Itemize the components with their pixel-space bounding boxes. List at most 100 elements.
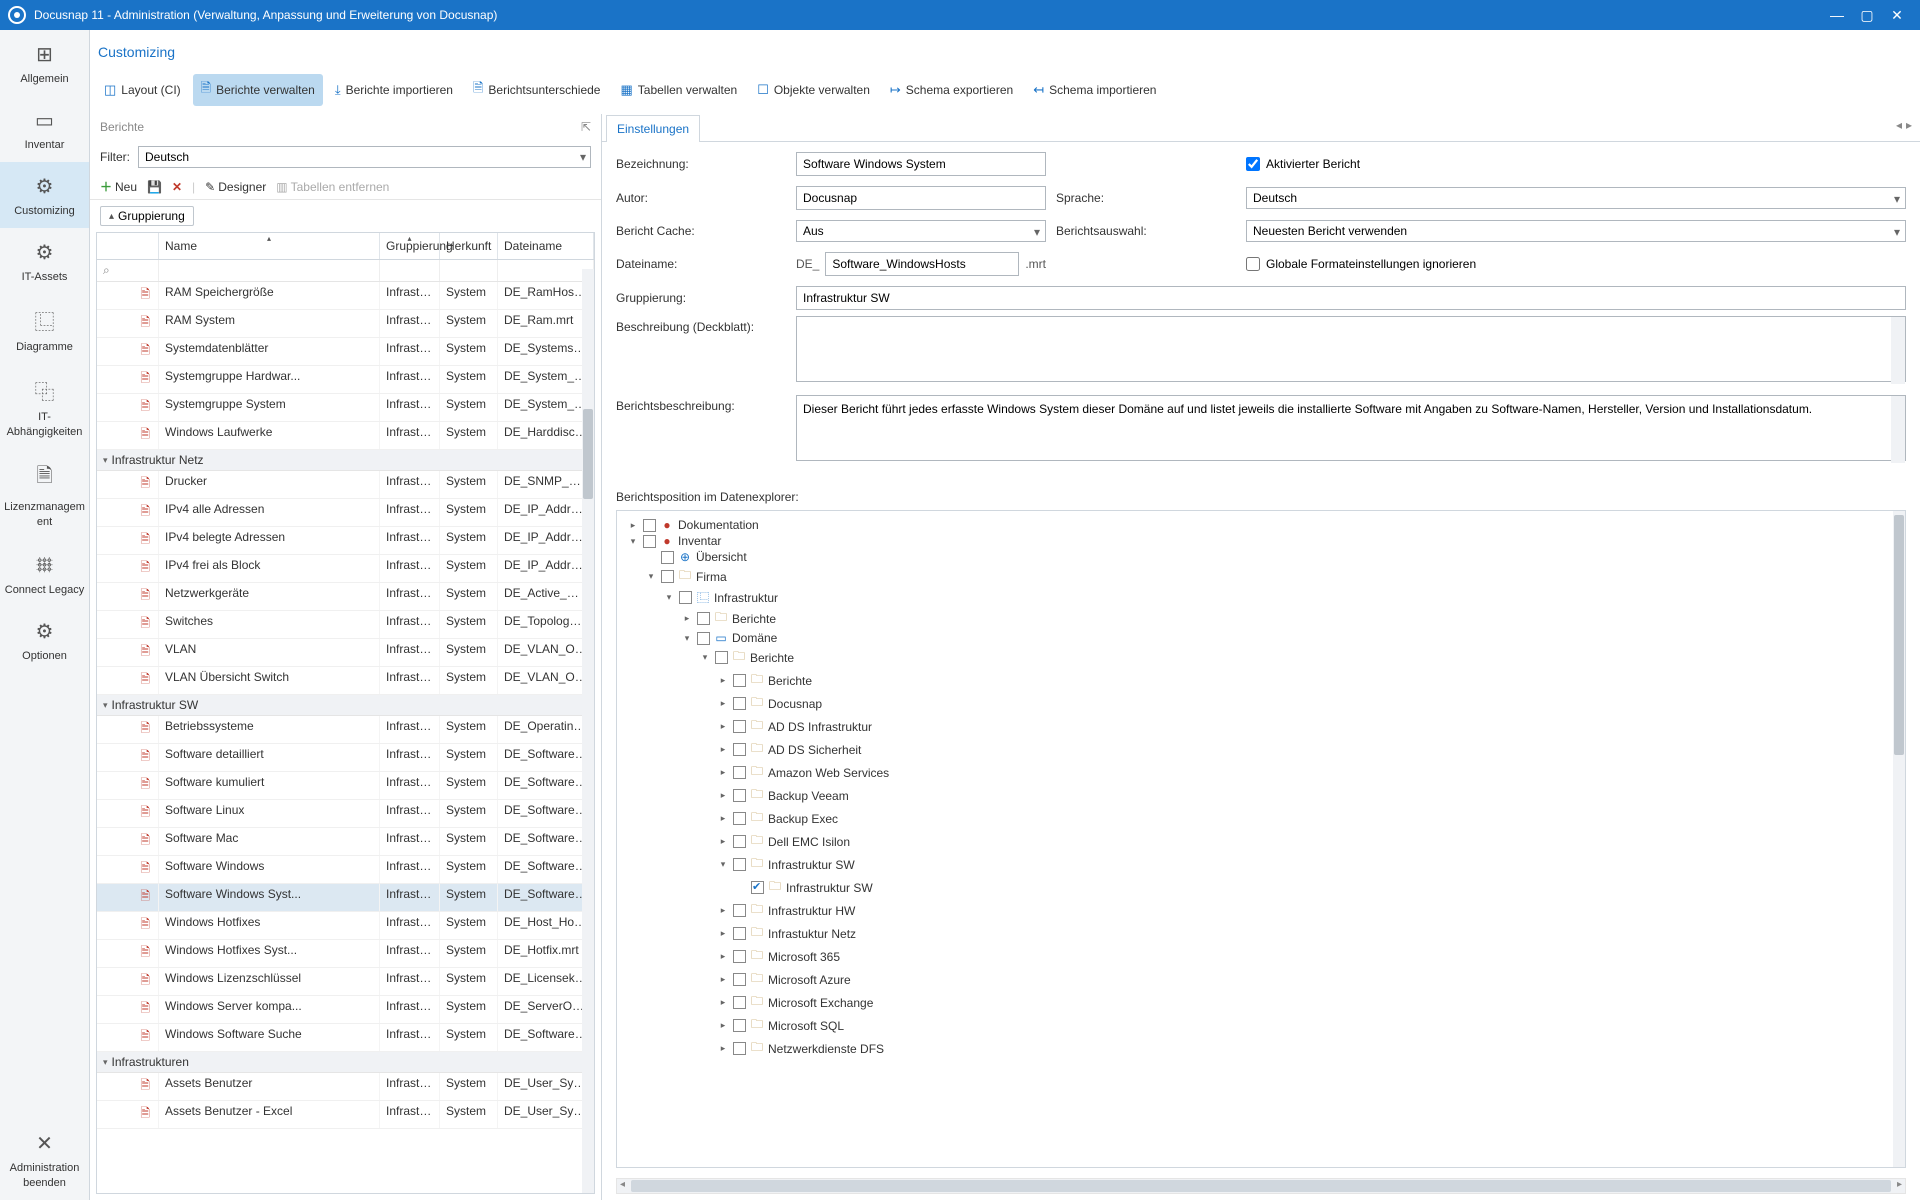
tree-node[interactable]: ▾ ● Inventar xyxy=(621,533,1901,549)
toolbar-schema-exportieren[interactable]: ↦Schema exportieren xyxy=(882,77,1021,103)
tab-next-icon[interactable]: ▸ xyxy=(1906,118,1912,137)
toolbar-berichte-verwalten[interactable]: 🗎Berichte verwalten xyxy=(193,74,323,106)
tree-node[interactable]: ▸ 🗀 Docusnap xyxy=(621,692,1901,715)
pin-icon[interactable]: ⇱ xyxy=(581,120,591,134)
tree-node[interactable]: ▾ 🗀 Berichte xyxy=(621,646,1901,669)
tree-toggle-icon[interactable]: ▸ xyxy=(717,675,729,686)
sidebar-item-it-assets[interactable]: ⚙IT-Assets xyxy=(0,228,89,294)
tree-toggle-icon[interactable]: ▸ xyxy=(627,520,639,531)
col-name[interactable]: ▴Name xyxy=(159,233,380,259)
col-group[interactable]: ▴Gruppierung xyxy=(380,233,440,259)
tree-toggle-icon[interactable]: ▸ xyxy=(717,744,729,755)
tree-node[interactable]: ▾ ⿺ Infrastruktur xyxy=(621,588,1901,607)
sidebar-exit[interactable]: ✕Administration beenden xyxy=(0,1119,89,1200)
tree-toggle-icon[interactable]: ▾ xyxy=(627,536,639,547)
tree-toggle-icon[interactable]: ▸ xyxy=(681,613,693,624)
scrollbar[interactable] xyxy=(1891,396,1905,463)
delete-button[interactable]: ✕ xyxy=(172,180,182,194)
tree-toggle-icon[interactable]: ▸ xyxy=(717,1043,729,1054)
filter-her[interactable] xyxy=(440,260,498,281)
col-expand[interactable] xyxy=(97,233,159,259)
save-button[interactable]: 💾 xyxy=(147,180,162,194)
tree-node[interactable]: ▸ 🗀 Microsoft Azure xyxy=(621,968,1901,991)
tree-toggle-icon[interactable]: ▸ xyxy=(717,836,729,847)
input-bezeichnung[interactable] xyxy=(796,152,1046,176)
tree-toggle-icon[interactable]: ▸ xyxy=(717,997,729,1008)
col-origin[interactable]: Herkunft xyxy=(440,233,498,259)
table-row[interactable]: 🗎 Assets Benutzer Infrastruk... System D… xyxy=(97,1073,594,1101)
tree-node[interactable]: ▸ 🗀 Berichte xyxy=(621,607,1901,630)
table-row[interactable]: 🗎 Software Windows Syst... Infrastruk...… xyxy=(97,884,594,912)
tree-checkbox[interactable] xyxy=(643,535,656,548)
tree-checkbox[interactable] xyxy=(733,697,746,710)
close-button[interactable]: ✕ xyxy=(1882,7,1912,24)
tree-checkbox[interactable] xyxy=(733,766,746,779)
table-row[interactable]: 🗎 Assets Benutzer - Excel Infrastruk... … xyxy=(97,1101,594,1129)
toolbar-berichtsunterschiede[interactable]: 🗎Berichtsunterschiede xyxy=(465,74,609,106)
tree-toggle-icon[interactable]: ▾ xyxy=(717,859,729,870)
filter-file[interactable] xyxy=(498,260,594,281)
filter-funnel-icon[interactable]: ⌕ xyxy=(97,260,159,281)
toolbar-tabellen-verwalten[interactable]: ▦Tabellen verwalten xyxy=(612,77,745,103)
tree-checkbox[interactable] xyxy=(733,674,746,687)
sidebar-item-it-abh-ngigkeiten[interactable]: ⿻IT-Abhängigkeiten xyxy=(0,364,89,449)
input-autor[interactable] xyxy=(796,186,1046,210)
tree-node[interactable]: ▸ 🗀 Infrastuktur Netz xyxy=(621,922,1901,945)
table-row[interactable]: 🗎 Windows Software Suche Infrastruk... S… xyxy=(97,1024,594,1052)
tree-checkbox[interactable] xyxy=(733,720,746,733)
tree-node[interactable]: ▸ 🗀 Microsoft SQL xyxy=(621,1014,1901,1037)
tree-toggle-icon[interactable]: ▸ xyxy=(717,813,729,824)
tree-node[interactable]: ▾ 🗀 Infrastruktur SW xyxy=(621,853,1901,876)
table-row[interactable]: 🗎 VLAN Übersicht Switch Infrastruk... Sy… xyxy=(97,667,594,695)
tree-checkbox[interactable] xyxy=(733,789,746,802)
table-row[interactable]: 🗎 Software detailliert Infrastruk... Sys… xyxy=(97,744,594,772)
table-row[interactable]: 🗎 Betriebssysteme Infrastruk... System D… xyxy=(97,716,594,744)
group-row[interactable]: Infrastrukturen xyxy=(97,1052,594,1073)
tree-scrollbar[interactable] xyxy=(1893,511,1905,1167)
tree-checkbox[interactable] xyxy=(733,973,746,986)
checkbox-aktiv[interactable] xyxy=(1246,157,1260,171)
tree-toggle-icon[interactable]: ▾ xyxy=(645,571,657,582)
tree-checkbox[interactable] xyxy=(733,996,746,1009)
table-row[interactable]: 🗎 IPv4 frei als Block Infrastruk... Syst… xyxy=(97,555,594,583)
group-row[interactable]: Infrastruktur SW xyxy=(97,695,594,716)
tree-checkbox[interactable] xyxy=(733,1042,746,1055)
table-row[interactable]: 🗎 Windows Hotfixes Infrastruk... System … xyxy=(97,912,594,940)
table-row[interactable]: 🗎 IPv4 alle Adressen Infrastruk... Syste… xyxy=(97,499,594,527)
tree-toggle-icon[interactable]: ▸ xyxy=(717,974,729,985)
tab-prev-icon[interactable]: ◂ xyxy=(1896,118,1902,137)
select-cache[interactable]: Aus xyxy=(796,220,1046,242)
tree-toggle-icon[interactable]: ▸ xyxy=(717,928,729,939)
filter-select[interactable]: Deutsch xyxy=(138,146,591,168)
tree-checkbox[interactable] xyxy=(733,858,746,871)
table-row[interactable]: 🗎 Systemgruppe System Infrastruk... Syst… xyxy=(97,394,594,422)
tree-toggle-icon[interactable]: ▸ xyxy=(717,951,729,962)
toolbar-layout-ci-[interactable]: ◫Layout (CI) xyxy=(96,77,189,103)
col-filename[interactable]: Dateiname xyxy=(498,233,594,259)
tree-node[interactable]: ▸ 🗀 AD DS Sicherheit xyxy=(621,738,1901,761)
sidebar-item-lizenzmanagement[interactable]: 🗎Lizenzmanagement xyxy=(0,449,89,539)
tree-toggle-icon[interactable]: ▾ xyxy=(699,652,711,663)
tree-node[interactable]: ▸ 🗀 AD DS Infrastruktur xyxy=(621,715,1901,738)
tree-node[interactable]: ▸ 🗀 Amazon Web Services xyxy=(621,761,1901,784)
tree-node[interactable]: ▾ 🗀 Firma xyxy=(621,565,1901,588)
sidebar-item-inventar[interactable]: ▭Inventar xyxy=(0,96,89,162)
table-row[interactable]: 🗎 Systemdatenblätter Infrastruk... Syste… xyxy=(97,338,594,366)
sidebar-item-optionen[interactable]: ⚙Optionen xyxy=(0,607,89,673)
table-row[interactable]: 🗎 RAM System Infrastruk... System DE_Ram… xyxy=(97,310,594,338)
tree-node[interactable]: ▸ 🗀 Backup Exec xyxy=(621,807,1901,830)
select-auswahl[interactable]: Neuesten Bericht verwenden xyxy=(1246,220,1906,242)
group-row[interactable]: Infrastruktur Netz xyxy=(97,450,594,471)
tree-toggle-icon[interactable]: ▸ xyxy=(717,790,729,801)
horizontal-scrollbar[interactable] xyxy=(616,1178,1906,1194)
tree-checkbox[interactable] xyxy=(679,591,692,604)
tree-toggle-icon[interactable]: ▸ xyxy=(717,698,729,709)
table-row[interactable]: 🗎 Switches Infrastruk... System DE_Topol… xyxy=(97,611,594,639)
minimize-button[interactable]: ― xyxy=(1822,7,1852,23)
select-sprache[interactable]: Deutsch xyxy=(1246,187,1906,209)
tree-toggle-icon[interactable]: ▸ xyxy=(717,767,729,778)
scrollbar[interactable] xyxy=(1891,317,1905,384)
filter-grp[interactable] xyxy=(380,260,440,281)
table-row[interactable]: 🗎 Software Linux Infrastruk... System DE… xyxy=(97,800,594,828)
tree-checkbox[interactable] xyxy=(715,651,728,664)
